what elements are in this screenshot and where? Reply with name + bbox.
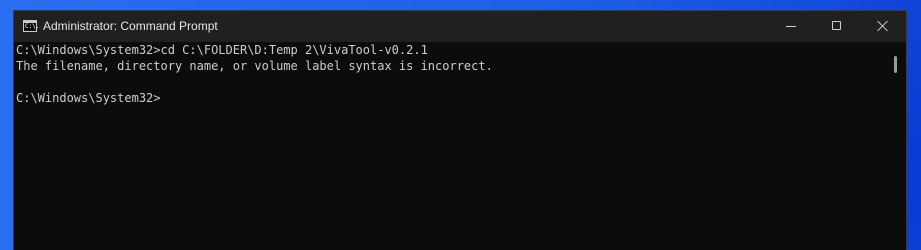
close-icon	[877, 20, 889, 32]
console-line-error: The filename, directory name, or volume …	[16, 59, 493, 73]
minimize-button[interactable]	[768, 11, 814, 42]
console-output[interactable]: C:\Windows\System32>cd C:\FOLDER\D:Temp …	[14, 42, 886, 250]
console-line-prompt: C:\Windows\System32>	[16, 91, 161, 105]
window-title: Administrator: Command Prompt	[43, 19, 218, 33]
scrollbar-thumb[interactable]	[894, 56, 897, 73]
command-prompt-icon: C:\.	[23, 20, 40, 32]
minimize-icon	[786, 26, 796, 27]
app-icon-glyph: C:\.	[25, 23, 40, 30]
maximize-button[interactable]	[814, 11, 860, 42]
console-line-command: C:\Windows\System32>cd C:\FOLDER\D:Temp …	[16, 43, 428, 57]
command-prompt-window: C:\. Administrator: Command Prompt C:\Wi…	[13, 10, 907, 250]
close-button[interactable]	[860, 11, 906, 42]
title-bar[interactable]: C:\. Administrator: Command Prompt	[14, 11, 906, 42]
maximize-icon	[832, 21, 841, 30]
vertical-scrollbar[interactable]	[886, 42, 906, 250]
